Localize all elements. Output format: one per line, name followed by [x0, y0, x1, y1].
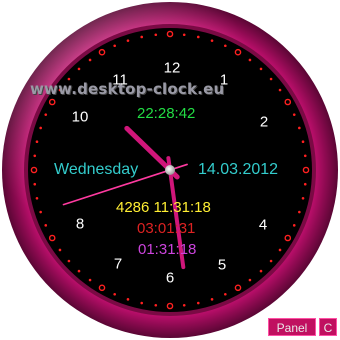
- dial-number-11: 11: [112, 71, 128, 89]
- weekday-label: Wednesday: [54, 161, 139, 178]
- minute-marker: [88, 58, 92, 62]
- panel-button[interactable]: Panel: [268, 318, 316, 336]
- minute-marker: [140, 301, 144, 305]
- minute-marker: [77, 269, 81, 273]
- minute-marker: [154, 33, 158, 37]
- minute-marker: [77, 67, 81, 71]
- minute-marker: [44, 113, 48, 116]
- counter-yellow: 4286 11:31:18: [116, 199, 211, 216]
- date-label: 14.03.2012: [198, 161, 279, 178]
- minute-marker: [33, 182, 37, 186]
- digital-time: 22:28:42: [137, 105, 196, 122]
- dial-number-2: 2: [259, 113, 269, 131]
- minute-marker: [35, 140, 39, 144]
- minute-marker: [298, 210, 301, 214]
- dial-number-4: 4: [258, 216, 268, 234]
- minute-marker: [182, 303, 186, 307]
- minute-marker: [182, 33, 186, 37]
- extra-button[interactable]: C: [319, 318, 337, 336]
- minute-marker: [196, 35, 200, 39]
- minute-marker: [292, 224, 296, 227]
- minute-marker: [303, 154, 307, 158]
- minute-marker: [269, 259, 273, 263]
- minute-marker: [33, 154, 37, 158]
- dial-number-8: 8: [75, 215, 85, 233]
- minute-marker: [67, 259, 71, 263]
- minute-marker: [58, 248, 62, 252]
- minute-marker: [248, 58, 252, 62]
- minute-marker: [278, 248, 282, 252]
- minute-marker: [298, 126, 301, 130]
- center-cap: [165, 165, 175, 175]
- minute-marker: [224, 44, 227, 48]
- clock-widget[interactable]: [0, 0, 340, 340]
- minute-marker: [196, 301, 200, 305]
- minute-marker: [140, 35, 144, 39]
- minute-marker: [301, 140, 305, 144]
- minute-marker: [44, 224, 48, 227]
- minute-marker: [210, 298, 214, 301]
- minute-marker: [113, 44, 116, 48]
- minute-marker: [126, 39, 130, 42]
- minute-marker: [292, 113, 296, 116]
- minute-marker: [210, 39, 214, 42]
- dial-number-7: 7: [113, 255, 123, 273]
- dial-number-10: 10: [71, 108, 89, 126]
- minute-marker: [88, 278, 92, 282]
- minute-marker: [39, 126, 42, 130]
- dial-number-1: 1: [219, 71, 229, 89]
- minute-marker: [154, 303, 158, 307]
- minute-marker: [126, 298, 130, 301]
- minute-marker: [269, 77, 273, 81]
- counter-red: 03:01:31: [137, 220, 196, 237]
- minute-marker: [113, 292, 116, 296]
- dial-number-6: 6: [165, 269, 175, 287]
- minute-marker: [303, 182, 307, 186]
- minute-marker: [224, 292, 227, 296]
- dial-number-12: 12: [163, 59, 181, 77]
- minute-marker: [259, 269, 263, 273]
- minute-marker: [278, 88, 282, 92]
- minute-marker: [259, 67, 263, 71]
- counter-magenta: 01:31:18: [138, 241, 197, 258]
- minute-marker: [301, 196, 305, 200]
- minute-marker: [35, 196, 39, 200]
- minute-marker: [248, 278, 252, 282]
- dial-number-5: 5: [217, 256, 227, 274]
- minute-marker: [39, 210, 42, 214]
